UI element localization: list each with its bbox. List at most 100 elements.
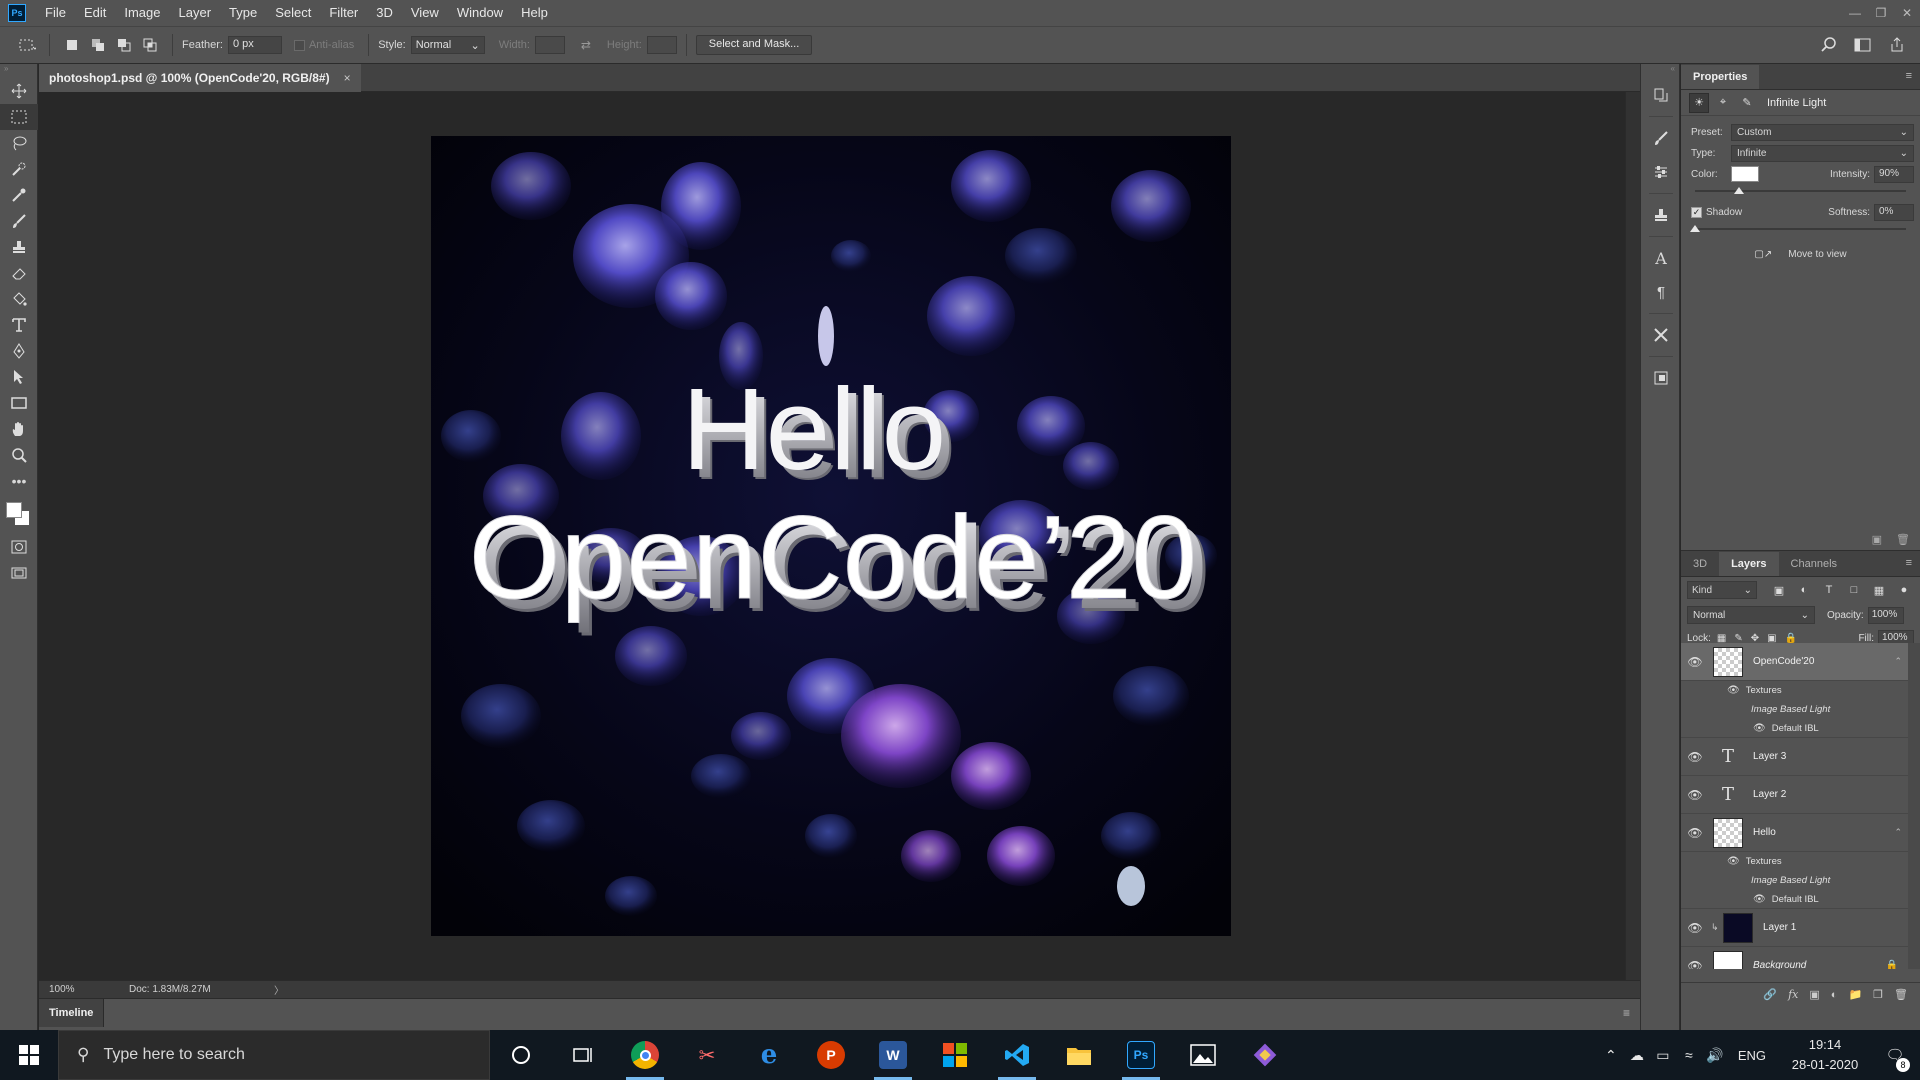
pixel-filter-icon[interactable]: ▣: [1769, 584, 1789, 597]
visibility-eye-icon[interactable]: 👁: [1681, 921, 1709, 935]
edge-icon[interactable]: e: [738, 1030, 800, 1080]
paint-bucket-tool-icon[interactable]: [0, 286, 38, 312]
photoshop-taskbar-icon[interactable]: Ps: [1110, 1030, 1172, 1080]
hand-tool-icon[interactable]: [0, 416, 38, 442]
canvas-scrollbar[interactable]: [1625, 92, 1640, 980]
menu-filter[interactable]: Filter: [320, 0, 367, 26]
panel-menu-icon[interactable]: ≡: [1623, 1006, 1630, 1020]
select-and-mask-button[interactable]: Select and Mask...: [695, 35, 813, 55]
menu-file[interactable]: File: [36, 0, 75, 26]
brush-settings-icon[interactable]: [1641, 121, 1681, 155]
shadow-checkbox[interactable]: ✓: [1691, 206, 1702, 218]
chevron-up-icon[interactable]: ⌃: [1598, 1047, 1624, 1064]
photos-icon[interactable]: [1172, 1030, 1234, 1080]
visibility-eye-icon[interactable]: 👁: [1753, 894, 1766, 905]
close-window-icon[interactable]: ✕: [1894, 0, 1920, 26]
lasso-tool-icon[interactable]: [0, 130, 38, 156]
office-icon[interactable]: [924, 1030, 986, 1080]
delete-icon[interactable]: 🗑: [1896, 533, 1910, 546]
link-layers-icon[interactable]: 🔗: [1763, 988, 1777, 1001]
intensity-slider[interactable]: [1695, 186, 1906, 196]
visibility-eye-icon[interactable]: 👁: [1681, 959, 1709, 970]
wifi-icon[interactable]: ≈: [1676, 1047, 1702, 1063]
type-filter-icon[interactable]: T: [1819, 584, 1839, 597]
chevron-up-icon[interactable]: ⌃: [1894, 656, 1902, 667]
smart-object-filter-icon[interactable]: ▦: [1869, 584, 1889, 597]
character-icon[interactable]: A: [1641, 241, 1681, 275]
onedrive-icon[interactable]: ☁: [1624, 1047, 1650, 1064]
chevron-up-icon[interactable]: ⌃: [1894, 827, 1902, 838]
layer-row[interactable]: 👁 ↳ Layer 1: [1681, 909, 1908, 947]
layer-row[interactable]: 👁 OpenCode'20 ⌃: [1681, 643, 1908, 681]
pen-tool-icon[interactable]: [0, 338, 38, 364]
eraser-tool-icon[interactable]: [0, 260, 38, 286]
softness-slider-thumb[interactable]: [1690, 225, 1700, 232]
layer-sub-item[interactable]: 👁 Textures: [1681, 681, 1908, 700]
postman-icon[interactable]: P: [800, 1030, 862, 1080]
menu-help[interactable]: Help: [512, 0, 557, 26]
visibility-eye-icon[interactable]: 👁: [1681, 750, 1709, 764]
marquee-preset-icon[interactable]: [16, 34, 38, 56]
adjustments-icon[interactable]: [1641, 155, 1681, 189]
style-select[interactable]: Normal ⌄: [410, 36, 485, 54]
antialias-checkbox[interactable]: [293, 39, 305, 51]
close-tab-icon[interactable]: ×: [344, 71, 351, 85]
light-color-swatch[interactable]: [1731, 166, 1759, 182]
visibility-eye-icon[interactable]: 👁: [1681, 655, 1709, 669]
document-tab[interactable]: photoshop1.psd @ 100% (OpenCode'20, RGB/…: [39, 64, 361, 92]
feather-input[interactable]: 0 px: [227, 36, 282, 54]
adjustment-filter-icon[interactable]: ◐: [1794, 584, 1814, 597]
swap-dimensions-icon[interactable]: ⇄: [575, 34, 597, 56]
new-selection-icon[interactable]: [61, 34, 83, 56]
menu-type[interactable]: Type: [220, 0, 266, 26]
paint-icon[interactable]: ✎: [1737, 93, 1757, 113]
minimize-icon[interactable]: —: [1842, 0, 1868, 26]
kind-filter-select[interactable]: Kind ⌄: [1687, 581, 1757, 599]
zoom-tool-icon[interactable]: [0, 442, 38, 468]
color-swatches[interactable]: [0, 494, 38, 534]
softness-input[interactable]: 0%: [1874, 203, 1914, 221]
visibility-eye-icon[interactable]: 👁: [1681, 826, 1709, 840]
battery-icon[interactable]: ▭: [1650, 1047, 1676, 1064]
layer-sub-item[interactable]: Image Based Light: [1681, 700, 1908, 719]
clock[interactable]: 19:14 28-01-2020: [1780, 1035, 1870, 1075]
restore-icon[interactable]: ❐: [1868, 0, 1894, 26]
width-input[interactable]: [534, 36, 565, 54]
snipping-tool-icon[interactable]: ✂: [676, 1030, 738, 1080]
clone-source-icon[interactable]: [1641, 198, 1681, 232]
properties-3d-icon[interactable]: [1641, 361, 1681, 395]
visibility-eye-icon[interactable]: 👁: [1753, 723, 1766, 734]
layers-scrollbar[interactable]: [1908, 643, 1920, 969]
share-icon[interactable]: [1886, 34, 1908, 56]
volume-icon[interactable]: 🔊: [1702, 1047, 1728, 1064]
canvas-workspace[interactable]: Hello Hello Hello OpenCode’20 OpenCode’2…: [39, 92, 1625, 980]
add-selection-icon[interactable]: [87, 34, 109, 56]
quick-selection-tool-icon[interactable]: [0, 156, 38, 182]
menu-view[interactable]: View: [402, 0, 448, 26]
menu-select[interactable]: Select: [266, 0, 320, 26]
subtract-selection-icon[interactable]: [113, 34, 135, 56]
layer-mask-icon[interactable]: ▣: [1809, 988, 1819, 1001]
tab-properties[interactable]: Properties: [1681, 65, 1760, 89]
layer-style-icon[interactable]: fx: [1788, 988, 1798, 1001]
layer-row[interactable]: 👁 T Layer 3: [1681, 738, 1908, 776]
timeline-tab[interactable]: Timeline: [39, 999, 105, 1027]
panel-menu-icon[interactable]: ≡: [1906, 70, 1912, 82]
delete-layer-icon[interactable]: 🗑: [1894, 988, 1908, 1001]
opacity-input[interactable]: 100%: [1867, 606, 1904, 624]
layer-sub-item[interactable]: 👁 Textures: [1681, 852, 1908, 871]
paragraph-icon[interactable]: ¶: [1641, 275, 1681, 309]
layer-row[interactable]: 👁 Hello ⌃: [1681, 814, 1908, 852]
tab-layers[interactable]: Layers: [1719, 552, 1779, 576]
menu-3d[interactable]: 3D: [367, 0, 402, 26]
layer-sub-item[interactable]: 👁 Default IBL: [1681, 890, 1908, 909]
menu-edit[interactable]: Edit: [75, 0, 115, 26]
workspace-icon[interactable]: [1852, 34, 1874, 56]
eyedropper-tool-icon[interactable]: [0, 182, 38, 208]
intensity-input[interactable]: 90%: [1874, 165, 1914, 183]
task-view-icon[interactable]: [552, 1030, 614, 1080]
layer-sub-item[interactable]: Image Based Light: [1681, 871, 1908, 890]
adjustment-layer-icon[interactable]: ◐: [1831, 989, 1838, 1001]
menu-window[interactable]: Window: [448, 0, 512, 26]
tab-3d[interactable]: 3D: [1681, 552, 1719, 576]
